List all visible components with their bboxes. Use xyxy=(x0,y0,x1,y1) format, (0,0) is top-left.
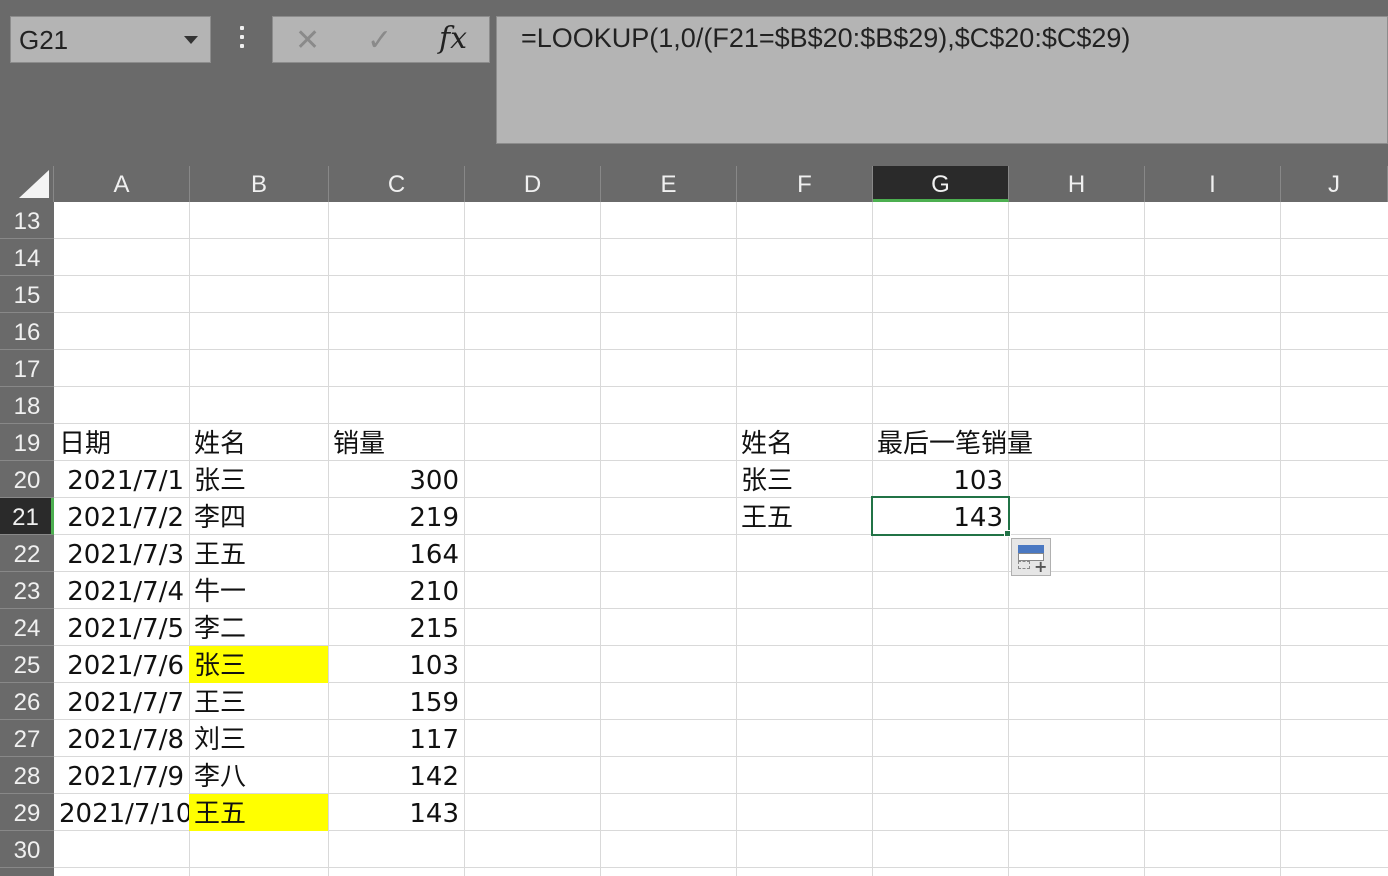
sales-cell[interactable]: 143 xyxy=(328,794,464,831)
name-cell[interactable]: 刘三 xyxy=(189,720,328,757)
gridline xyxy=(54,238,1388,239)
column-header-e[interactable]: E xyxy=(601,166,737,202)
chevron-down-icon[interactable] xyxy=(184,36,198,44)
date-cell[interactable]: 2021/7/9 xyxy=(54,757,189,794)
row-header-18[interactable]: 18 xyxy=(0,387,54,424)
gridline xyxy=(54,349,1388,350)
row-header-24[interactable]: 24 xyxy=(0,609,54,646)
name-box-value: G21 xyxy=(19,25,69,55)
row-header-25[interactable]: 25 xyxy=(0,646,54,683)
lookup-name-cell[interactable]: 王五 xyxy=(736,498,872,535)
date-cell[interactable]: 2021/7/2 xyxy=(54,498,189,535)
lookup-header-last-sales[interactable]: 最后一笔销量 xyxy=(872,424,1092,461)
row-header-30[interactable]: 30 xyxy=(0,831,54,868)
sales-cell[interactable]: 159 xyxy=(328,683,464,720)
row-header-27[interactable]: 27 xyxy=(0,720,54,757)
row-header-19[interactable]: 19 xyxy=(0,424,54,461)
sales-cell[interactable]: 164 xyxy=(328,535,464,572)
header-cell-date[interactable]: 日期 xyxy=(54,424,189,461)
column-header-j[interactable]: J xyxy=(1281,166,1388,202)
row-header-17[interactable]: 17 xyxy=(0,350,54,387)
formula-text: =LOOKUP(1,0/(F21=$B$20:$B$29),$C$20:$C$2… xyxy=(521,23,1131,53)
date-cell[interactable]: 2021/7/1 xyxy=(54,461,189,498)
gridline xyxy=(1144,202,1145,876)
gridline xyxy=(464,202,465,876)
column-header-h[interactable]: H xyxy=(1009,166,1145,202)
column-header-d[interactable]: D xyxy=(465,166,601,202)
gridline xyxy=(54,275,1388,276)
column-header-a[interactable]: A xyxy=(54,166,190,202)
row-header-23[interactable]: 23 xyxy=(0,572,54,609)
column-header-b[interactable]: B xyxy=(190,166,329,202)
name-cell[interactable]: 李四 xyxy=(189,498,328,535)
row-header-13[interactable]: 13 xyxy=(0,202,54,239)
select-all-corner[interactable] xyxy=(0,166,54,202)
formula-bar-area: G21 ✕ ✓ fx =LOOKUP(1,0/(F21=$B$20:$B$29)… xyxy=(0,0,1388,166)
name-cell[interactable]: 李八 xyxy=(189,757,328,794)
name-cell[interactable]: 王三 xyxy=(189,683,328,720)
sales-cell[interactable]: 142 xyxy=(328,757,464,794)
column-headers: A B C D E F G H I J xyxy=(0,166,1388,202)
date-cell[interactable]: 2021/7/3 xyxy=(54,535,189,572)
formula-input[interactable]: =LOOKUP(1,0/(F21=$B$20:$B$29),$C$20:$C$2… xyxy=(496,16,1388,144)
lookup-result-cell[interactable]: 103 xyxy=(872,461,1008,498)
cancel-icon[interactable]: ✕ xyxy=(295,23,320,58)
gridline xyxy=(54,867,1388,868)
name-cell[interactable]: 张三 xyxy=(189,461,328,498)
row-header-21[interactable]: 21 xyxy=(0,498,54,535)
lookup-header-name[interactable]: 姓名 xyxy=(736,424,872,461)
lookup-name-cell[interactable]: 张三 xyxy=(736,461,872,498)
column-header-i[interactable]: I xyxy=(1145,166,1281,202)
quick-analysis-icon[interactable]: + xyxy=(1011,538,1051,576)
column-header-f[interactable]: F xyxy=(737,166,873,202)
sales-cell[interactable]: 219 xyxy=(328,498,464,535)
name-cell[interactable]: 王五 xyxy=(189,535,328,572)
row-header-22[interactable]: 22 xyxy=(0,535,54,572)
active-cell-border xyxy=(871,496,1010,536)
sales-cell[interactable]: 103 xyxy=(328,646,464,683)
gridline xyxy=(54,312,1388,313)
date-cell[interactable]: 2021/7/10 xyxy=(54,794,192,831)
sales-cell[interactable]: 215 xyxy=(328,609,464,646)
date-cell[interactable]: 2021/7/5 xyxy=(54,609,189,646)
insert-function-icon[interactable]: fx xyxy=(439,21,467,56)
gridline xyxy=(600,202,601,876)
check-icon[interactable]: ✓ xyxy=(367,23,392,58)
name-cell[interactable]: 李二 xyxy=(189,609,328,646)
header-cell-sales[interactable]: 销量 xyxy=(328,424,464,461)
date-cell[interactable]: 2021/7/7 xyxy=(54,683,189,720)
gridline xyxy=(54,386,1388,387)
select-all-triangle-icon xyxy=(19,170,49,198)
column-header-g[interactable]: G xyxy=(873,166,1009,202)
name-cell-highlighted[interactable]: 王五 xyxy=(189,794,328,831)
name-cell[interactable]: 牛一 xyxy=(189,572,328,609)
gridline xyxy=(1008,202,1009,876)
name-cell-highlighted[interactable]: 张三 xyxy=(189,646,328,683)
row-header-15[interactable]: 15 xyxy=(0,276,54,313)
sales-cell[interactable]: 210 xyxy=(328,572,464,609)
gridline xyxy=(872,202,873,876)
sales-cell[interactable]: 300 xyxy=(328,461,464,498)
name-box[interactable]: G21 xyxy=(10,16,211,63)
row-header-20[interactable]: 20 xyxy=(0,461,54,498)
gridline xyxy=(1280,202,1281,876)
row-header-16[interactable]: 16 xyxy=(0,313,54,350)
date-cell[interactable]: 2021/7/6 xyxy=(54,646,189,683)
formula-buttons: ✕ ✓ fx xyxy=(272,16,490,63)
date-cell[interactable]: 2021/7/8 xyxy=(54,720,189,757)
row-header-29[interactable]: 29 xyxy=(0,794,54,831)
gridline xyxy=(736,202,737,876)
sheet-grid[interactable]: 日期 姓名 销量 姓名 最后一笔销量 2021/7/1 张三 300 2021/… xyxy=(54,202,1388,876)
row-headers: 13 14 15 16 17 18 19 20 21 22 23 24 25 2… xyxy=(0,202,54,876)
sales-cell[interactable]: 117 xyxy=(328,720,464,757)
row-header-26[interactable]: 26 xyxy=(0,683,54,720)
fill-handle[interactable] xyxy=(1004,530,1011,537)
date-cell[interactable]: 2021/7/4 xyxy=(54,572,189,609)
column-header-c[interactable]: C xyxy=(329,166,465,202)
row-header-14[interactable]: 14 xyxy=(0,239,54,276)
header-cell-name[interactable]: 姓名 xyxy=(189,424,328,461)
more-options-icon[interactable] xyxy=(236,26,248,54)
row-header-28[interactable]: 28 xyxy=(0,757,54,794)
